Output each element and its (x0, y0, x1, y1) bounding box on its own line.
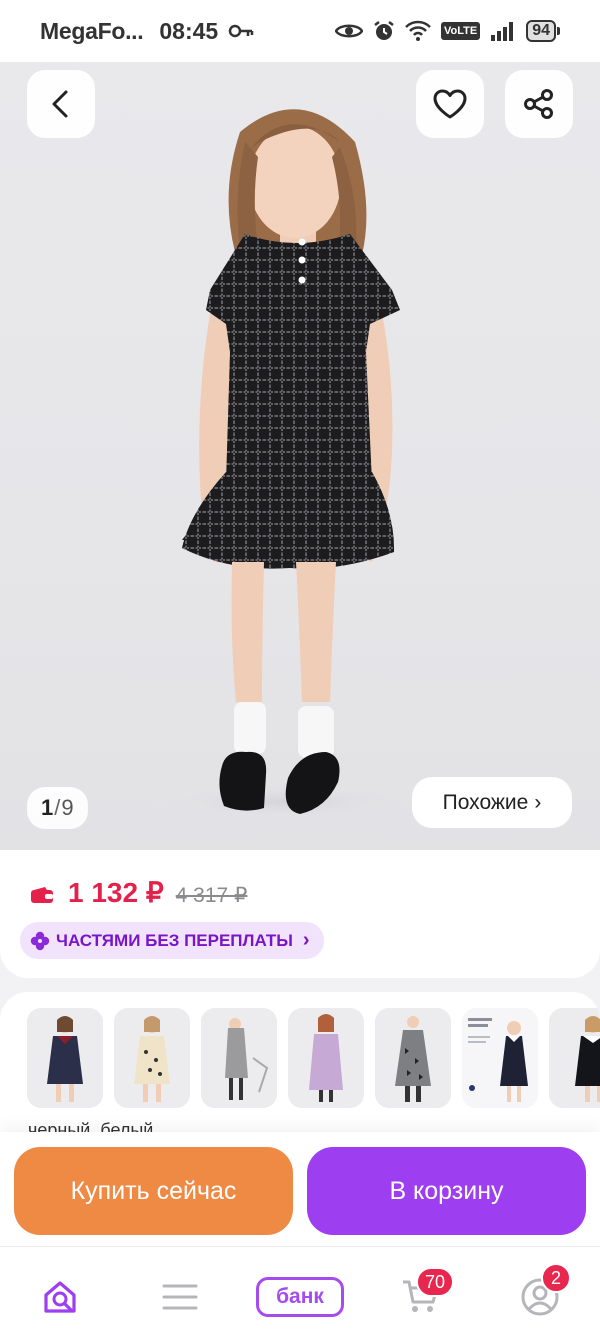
photo-counter-total: 9 (61, 795, 74, 820)
old-price: 4 317 ₽ (175, 884, 248, 907)
profile-notifications-badge: 2 (541, 1263, 571, 1293)
thumb-collar-dress (549, 1008, 600, 1108)
home-search-icon (44, 1281, 76, 1313)
battery-level: 94 (526, 20, 556, 42)
share-icon (524, 89, 553, 119)
vpn-key-icon (228, 24, 254, 38)
photo-counter: 1 / 9 (27, 787, 88, 829)
installment-badge[interactable]: ЧАСТЯМИ БЕЗ ПЕРЕПЛАТЫ › (20, 922, 324, 959)
volte-badge: VoLTE (441, 22, 481, 40)
variant-thumbnail[interactable] (288, 1008, 364, 1108)
price-row: 1 132 ₽ 4 317 ₽ (30, 876, 247, 909)
variants-card: черный, белый (0, 992, 600, 1152)
chevron-left-icon (52, 90, 68, 118)
purchase-actions: Купить сейчас В корзину (0, 1132, 600, 1246)
status-icons: VoLTE 94 (335, 20, 560, 42)
status-bar: MegaFo... 08:45 VoLTE 94 (0, 0, 600, 62)
cart-count-badge: 70 (416, 1267, 455, 1297)
add-to-cart-button[interactable]: В корзину (307, 1147, 586, 1235)
variant-thumbnail[interactable] (375, 1008, 451, 1108)
thumb-floral-dress (114, 1008, 190, 1108)
eye-icon (335, 24, 363, 38)
installment-label: ЧАСТЯМИ БЕЗ ПЕРЕПЛАТЫ (56, 930, 293, 950)
buy-now-button[interactable]: Купить сейчас (14, 1147, 293, 1235)
share-button[interactable] (505, 70, 573, 138)
variant-thumbnail[interactable] (114, 1008, 190, 1108)
thumb-lilac-dress (288, 1008, 364, 1108)
clock: 08:45 (159, 17, 219, 44)
back-button[interactable] (27, 70, 95, 138)
bottom-navigation: банк 70 2 (0, 1246, 600, 1344)
nav-bank[interactable]: банк (256, 1277, 344, 1317)
thumb-navy-dress (27, 1008, 103, 1108)
alarm-icon (374, 21, 394, 40)
chevron-right-icon: › (302, 929, 310, 951)
variant-thumbnail[interactable] (462, 1008, 538, 1108)
nav-catalog[interactable] (158, 1275, 202, 1319)
photo-counter-separator: / (54, 795, 61, 820)
menu-icon (162, 1284, 198, 1310)
wifi-icon (405, 20, 431, 41)
similar-button[interactable]: Похожие › (412, 777, 572, 828)
variant-thumbnail[interactable] (549, 1008, 600, 1108)
photo-counter-current: 1 (41, 795, 54, 820)
wallet-icon (31, 887, 53, 903)
product-photo-gallery[interactable]: 1 / 9 Похожие › (0, 62, 600, 856)
variant-thumbnail[interactable] (27, 1008, 103, 1108)
variant-thumbnail[interactable] (201, 1008, 277, 1108)
price-card: 1 132 ₽ 4 317 ₽ ЧАСТЯМИ БЕЗ ПЕРЕПЛАТЫ › (0, 850, 600, 978)
battery-indicator: 94 (526, 20, 560, 42)
thumb-gray-dress (201, 1008, 277, 1108)
similar-label: Похожие (442, 790, 529, 814)
chevron-right-icon: › (534, 790, 542, 814)
carrier-name: MegaFo... (40, 17, 144, 44)
variant-thumbnails (27, 1008, 600, 1108)
current-price: 1 132 ₽ (68, 877, 164, 908)
signal-icon (491, 22, 514, 41)
product-screen: MegaFo... 08:45 VoLTE 94 1 / 9 Похожие ›… (0, 0, 600, 1344)
product-photo (145, 109, 425, 822)
nav-home[interactable] (38, 1275, 82, 1319)
thumb-school-dress (462, 1008, 538, 1108)
thumb-bow-print-dress (375, 1008, 451, 1108)
heart-icon (433, 89, 467, 119)
clover-icon (30, 931, 50, 950)
favorite-button[interactable] (416, 70, 484, 138)
